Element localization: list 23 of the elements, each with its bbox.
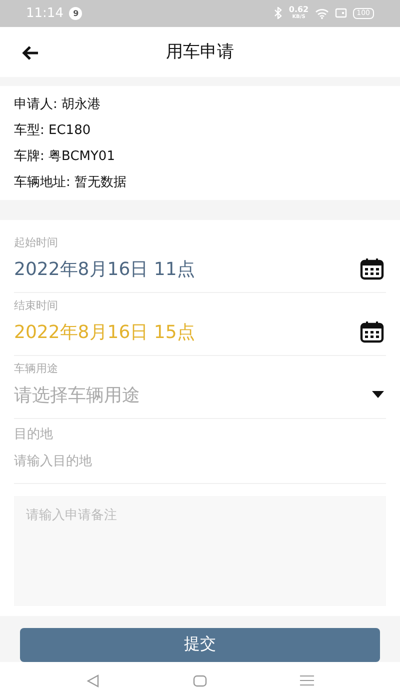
info-line: 车型: EC180 bbox=[14, 122, 92, 140]
back-nav-icon[interactable] bbox=[86, 674, 100, 688]
remarks-field[interactable]: 请输入申请备注 bbox=[14, 496, 386, 606]
back-icon[interactable] bbox=[21, 44, 39, 61]
submit-button[interactable]: 提交 bbox=[20, 628, 380, 662]
dropdown-caret-icon bbox=[372, 391, 384, 398]
info-line: 申请人: 胡永港 bbox=[14, 96, 102, 114]
info-line: 车牌: 粤BCMY01 bbox=[14, 148, 116, 166]
field-label: 结束时间 bbox=[14, 298, 59, 314]
menu-icon[interactable] bbox=[300, 675, 314, 686]
bluetooth-icon bbox=[272, 7, 283, 20]
field-label: 目的地 bbox=[14, 426, 54, 444]
field-label: 车辆用途 bbox=[14, 360, 59, 377]
date-picker[interactable]: 2022年8月16日 11点 bbox=[14, 252, 386, 286]
notification-badge: 9 bbox=[69, 6, 82, 20]
page-title: 用车申请 bbox=[166, 41, 234, 64]
home-nav-icon[interactable] bbox=[192, 674, 207, 687]
calendar-icon bbox=[360, 320, 384, 343]
info-line: 车辆地址: 暂无数据 bbox=[14, 174, 128, 192]
screen-icon bbox=[334, 8, 347, 18]
wifi-icon bbox=[314, 8, 329, 19]
calendar-icon bbox=[360, 258, 384, 280]
field-label: 起始时间 bbox=[14, 234, 59, 251]
